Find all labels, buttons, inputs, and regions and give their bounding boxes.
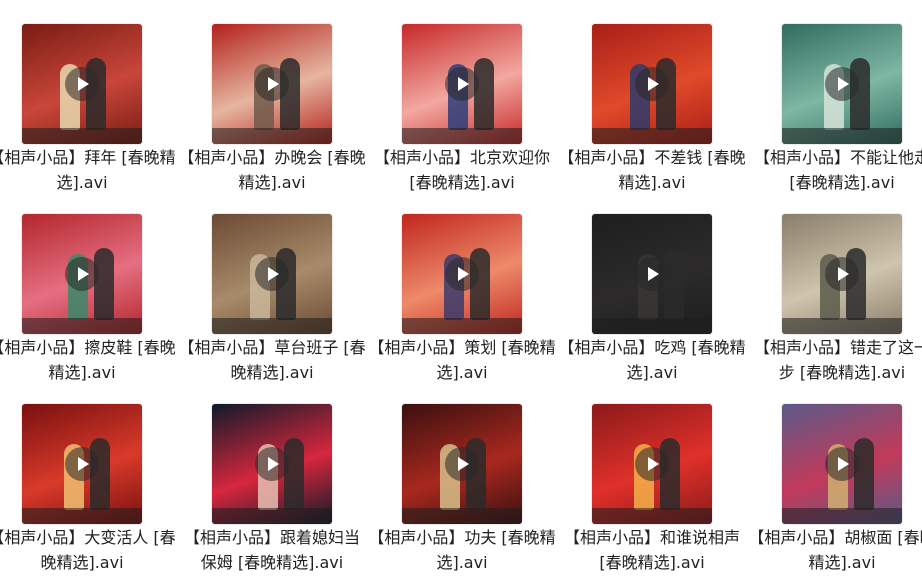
file-tile[interactable]: 【相声小品】不能让他走 [春晚精选].avi	[747, 24, 922, 204]
caption-strip	[22, 508, 142, 524]
file-tile[interactable]: 【相声小品】跟着媳妇当保姆 [春晚精选].avi	[177, 404, 367, 581]
file-tile[interactable]: 【相声小品】功夫 [春晚精选].avi	[367, 404, 557, 581]
caption-strip	[402, 128, 522, 144]
file-name[interactable]: 【相声小品】跟着媳妇当保姆 [春晚精选].avi	[177, 525, 367, 575]
file-name[interactable]: 【相声小品】吃鸡 [春晚精选].avi	[557, 335, 747, 385]
file-name[interactable]: 【相声小品】草台班子 [春晚精选].avi	[177, 335, 367, 385]
video-thumbnail[interactable]	[402, 404, 522, 524]
play-icon[interactable]	[65, 447, 99, 481]
file-tile[interactable]: 【相声小品】大变活人 [春晚精选].avi	[0, 404, 177, 581]
video-thumbnail[interactable]	[22, 404, 142, 524]
file-name[interactable]: 【相声小品】不差钱 [春晚精选].avi	[557, 145, 747, 195]
video-thumbnail[interactable]	[402, 214, 522, 334]
performer-figure	[94, 248, 114, 320]
file-tile[interactable]: 【相声小品】策划 [春晚精选].avi	[367, 214, 557, 394]
file-tile[interactable]: 【相声小品】错走了这一步 [春晚精选].avi	[747, 214, 922, 394]
play-icon[interactable]	[255, 257, 289, 291]
caption-strip	[782, 128, 902, 144]
video-thumbnail[interactable]	[22, 214, 142, 334]
file-tile[interactable]: 【相声小品】吃鸡 [春晚精选].avi	[557, 214, 747, 394]
play-icon[interactable]	[825, 67, 859, 101]
file-grid: 【相声小品】拜年 [春晚精选].avi 【相声小品】办晚会 [春晚精选].avi 【…	[0, 0, 922, 581]
file-tile[interactable]: 【相声小品】北京欢迎你 [春晚精选].avi	[367, 24, 557, 204]
video-thumbnail[interactable]	[212, 214, 332, 334]
play-icon[interactable]	[635, 67, 669, 101]
video-thumbnail[interactable]	[782, 24, 902, 144]
file-name[interactable]: 【相声小品】拜年 [春晚精选].avi	[0, 145, 177, 195]
caption-strip	[22, 128, 142, 144]
caption-strip	[212, 128, 332, 144]
caption-strip	[592, 128, 712, 144]
file-name[interactable]: 【相声小品】擦皮鞋 [春晚精选].avi	[0, 335, 177, 385]
play-icon[interactable]	[65, 67, 99, 101]
play-icon[interactable]	[255, 67, 289, 101]
video-thumbnail[interactable]	[212, 404, 332, 524]
file-name[interactable]: 【相声小品】大变活人 [春晚精选].avi	[0, 525, 177, 575]
performer-figure	[854, 438, 874, 510]
caption-strip	[22, 318, 142, 334]
play-icon[interactable]	[445, 257, 479, 291]
caption-strip	[402, 508, 522, 524]
file-name[interactable]: 【相声小品】北京欢迎你 [春晚精选].avi	[367, 145, 557, 195]
file-name[interactable]: 【相声小品】功夫 [春晚精选].avi	[367, 525, 557, 575]
caption-strip	[212, 318, 332, 334]
caption-strip	[212, 508, 332, 524]
video-thumbnail[interactable]	[22, 24, 142, 144]
play-icon[interactable]	[445, 67, 479, 101]
file-name[interactable]: 【相声小品】办晚会 [春晚精选].avi	[177, 145, 367, 195]
play-icon[interactable]	[255, 447, 289, 481]
play-icon[interactable]	[635, 257, 669, 291]
caption-strip	[782, 508, 902, 524]
file-tile[interactable]: 【相声小品】办晚会 [春晚精选].avi	[177, 24, 367, 204]
video-thumbnail[interactable]	[212, 24, 332, 144]
caption-strip	[402, 318, 522, 334]
video-thumbnail[interactable]	[782, 404, 902, 524]
file-tile[interactable]: 【相声小品】擦皮鞋 [春晚精选].avi	[0, 214, 177, 394]
caption-strip	[592, 318, 712, 334]
file-name[interactable]: 【相声小品】胡椒面 [春晚精选].avi	[747, 525, 922, 575]
file-name[interactable]: 【相声小品】和谁说相声 [春晚精选].avi	[557, 525, 747, 575]
caption-strip	[592, 508, 712, 524]
file-tile[interactable]: 【相声小品】草台班子 [春晚精选].avi	[177, 214, 367, 394]
play-icon[interactable]	[825, 257, 859, 291]
file-tile[interactable]: 【相声小品】和谁说相声 [春晚精选].avi	[557, 404, 747, 581]
file-tile[interactable]: 【相声小品】胡椒面 [春晚精选].avi	[747, 404, 922, 581]
file-name[interactable]: 【相声小品】不能让他走 [春晚精选].avi	[747, 145, 922, 195]
video-thumbnail[interactable]	[592, 24, 712, 144]
file-name[interactable]: 【相声小品】错走了这一步 [春晚精选].avi	[747, 335, 922, 385]
play-icon[interactable]	[445, 447, 479, 481]
video-thumbnail[interactable]	[782, 214, 902, 334]
file-tile[interactable]: 【相声小品】不差钱 [春晚精选].avi	[557, 24, 747, 204]
performer-figure	[664, 248, 684, 320]
performer-figure	[474, 58, 494, 130]
play-icon[interactable]	[65, 257, 99, 291]
video-thumbnail[interactable]	[592, 214, 712, 334]
caption-strip	[782, 318, 902, 334]
file-name[interactable]: 【相声小品】策划 [春晚精选].avi	[367, 335, 557, 385]
play-icon[interactable]	[825, 447, 859, 481]
video-thumbnail[interactable]	[592, 404, 712, 524]
performer-figure	[284, 438, 304, 510]
file-tile[interactable]: 【相声小品】拜年 [春晚精选].avi	[0, 24, 177, 204]
play-icon[interactable]	[635, 447, 669, 481]
video-thumbnail[interactable]	[402, 24, 522, 144]
